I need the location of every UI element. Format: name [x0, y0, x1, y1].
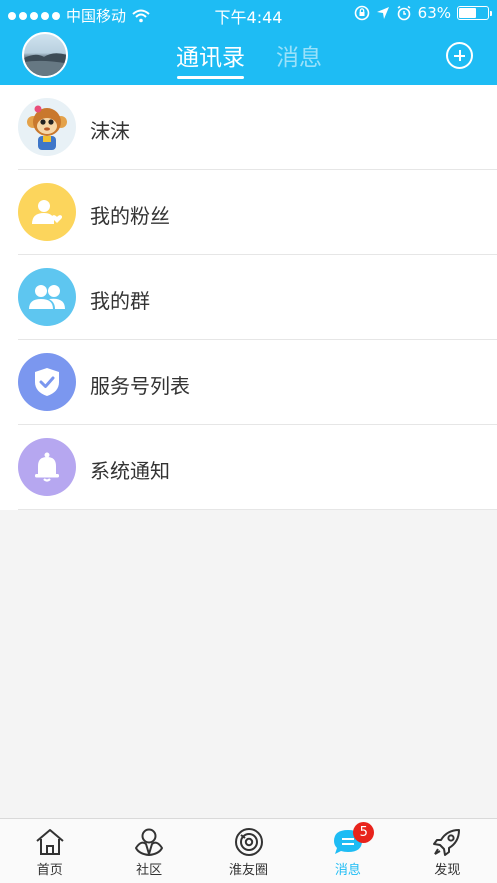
battery-percent: 63% — [417, 4, 451, 22]
rocket-icon — [433, 829, 461, 856]
shield-check-icon — [18, 353, 76, 411]
tab-home[interactable]: 首页 — [0, 819, 99, 883]
monkey-avatar-icon — [18, 98, 76, 156]
list-item-label: 我的群 — [90, 289, 150, 313]
active-tab-indicator — [177, 76, 244, 79]
battery-icon — [457, 6, 492, 20]
alarm-icon — [397, 5, 411, 21]
list-item-groups[interactable]: 我的群 — [0, 255, 497, 340]
tab-messages[interactable]: 消息 — [276, 38, 322, 72]
contact-list: 沫沫 我的粉丝 我的群 服务号列表 系统通知 — [0, 85, 497, 510]
home-icon — [36, 829, 64, 855]
tab-contacts[interactable]: 通讯录 — [176, 38, 245, 72]
tab-label: 社区 — [136, 863, 163, 878]
community-icon — [135, 828, 164, 856]
battery-fill — [459, 8, 476, 18]
top-bar: 中国移动 下午4:44 63% 通讯录 消息 — [0, 0, 497, 85]
list-item-label: 我的粉丝 — [90, 204, 170, 228]
list-item-fans[interactable]: 我的粉丝 — [0, 170, 497, 255]
tab-label: 首页 — [36, 863, 63, 878]
tab-messages-bottom[interactable]: 5 消息 — [298, 819, 397, 883]
user-avatar[interactable] — [22, 32, 68, 78]
divider — [18, 509, 497, 510]
list-item-service-accounts[interactable]: 服务号列表 — [0, 340, 497, 425]
tab-community[interactable]: 社区 — [99, 819, 198, 883]
list-item-system-notices[interactable]: 系统通知 — [0, 425, 497, 510]
list-item-label: 服务号列表 — [90, 374, 190, 398]
tab-label: 淮友圈 — [229, 863, 269, 878]
status-right: 63% — [354, 4, 492, 22]
location-arrow-icon — [376, 7, 389, 19]
avatar-landscape-icon — [24, 53, 66, 76]
rotation-lock-icon — [354, 5, 369, 21]
list-item-label: 系统通知 — [90, 459, 170, 483]
plus-circle-icon[interactable] — [446, 42, 473, 69]
list-item-momo[interactable]: 沫沫 — [0, 85, 497, 170]
fans-icon — [18, 183, 76, 241]
list-item-label: 沫沫 — [90, 119, 130, 143]
group-icon — [18, 268, 76, 326]
bell-icon — [18, 438, 76, 496]
tab-label: 消息 — [334, 863, 361, 878]
circle-icon — [234, 828, 263, 856]
unread-badge: 5 — [353, 822, 375, 843]
tab-huaiyou-circle[interactable]: 淮友圈 — [199, 819, 298, 883]
status-bar: 中国移动 下午4:44 63% — [0, 0, 497, 28]
bottom-tab-bar: 首页 社区 淮友圈 5 消息 发现 — [0, 818, 497, 883]
tab-discover[interactable]: 发现 — [398, 819, 497, 883]
nav-bar: 通讯录 消息 — [0, 28, 497, 85]
tab-label: 发现 — [434, 863, 461, 878]
